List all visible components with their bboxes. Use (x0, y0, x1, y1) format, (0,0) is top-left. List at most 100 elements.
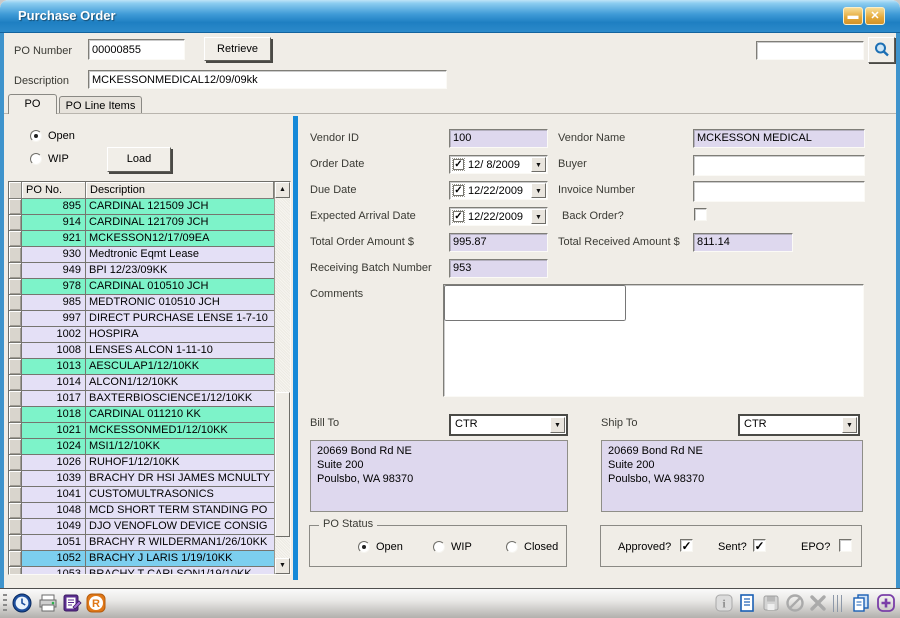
row-selector[interactable] (9, 263, 22, 279)
po-status-closed-radio[interactable] (506, 541, 518, 553)
table-row[interactable]: 985MEDTRONIC 010510 JCH (9, 295, 274, 311)
block-icon[interactable] (785, 593, 805, 613)
retrieve-button[interactable]: Retrieve (204, 37, 271, 61)
row-selector[interactable] (9, 375, 22, 391)
table-row[interactable]: 1013AESCULAP1/12/10KK (9, 359, 274, 375)
table-row[interactable]: 1041CUSTOMULTRASONICS (9, 487, 274, 503)
expected-arrival-checkbox[interactable] (453, 211, 464, 222)
expected-arrival-field[interactable]: 12/22/2009 ▼ (449, 207, 548, 226)
tab-po[interactable]: PO (8, 94, 57, 114)
table-row[interactable]: 1053BRACHY T CARLSON1/19/10KK (9, 567, 274, 574)
table-row[interactable]: 914CARDINAL 121709 JCH (9, 215, 274, 231)
table-row[interactable]: 1049DJO VENOFLOW DEVICE CONSIG (9, 519, 274, 535)
table-row[interactable]: 1021MCKESSONMED1/12/10KK (9, 423, 274, 439)
table-row[interactable]: 930Medtronic Eqmt Lease (9, 247, 274, 263)
row-selector[interactable] (9, 199, 22, 215)
clock-icon[interactable] (12, 593, 32, 613)
order-date-checkbox[interactable] (453, 159, 464, 170)
bill-to-combo[interactable]: CTR ▼ (449, 414, 568, 436)
table-row[interactable]: 1018CARDINAL 011210 KK (9, 407, 274, 423)
row-selector[interactable] (9, 279, 22, 295)
back-order-checkbox[interactable] (694, 208, 707, 221)
description-input[interactable] (89, 71, 446, 88)
table-row[interactable]: 997DIRECT PURCHASE LENSE 1-7-10 (9, 311, 274, 327)
order-date-dropdown-icon[interactable]: ▼ (531, 157, 546, 172)
delete-x-icon[interactable] (808, 593, 828, 613)
due-date-checkbox[interactable] (453, 185, 464, 196)
save-icon[interactable] (761, 593, 781, 613)
load-button[interactable]: Load (107, 147, 171, 172)
search-input[interactable] (757, 42, 863, 59)
row-selector[interactable] (9, 407, 22, 423)
table-row[interactable]: 1052BRACHY J LARIS 1/19/10KK (9, 551, 274, 567)
search-button[interactable] (868, 37, 895, 63)
table-row[interactable]: 895CARDINAL 121509 JCH (9, 199, 274, 215)
open-radio[interactable] (30, 130, 42, 142)
r-logo-icon[interactable]: R (86, 593, 106, 613)
epo-checkbox[interactable] (839, 539, 852, 552)
document-icon[interactable] (737, 593, 757, 613)
table-row[interactable]: 1002HOSPIRA (9, 327, 274, 343)
order-date-field[interactable]: 12/ 8/2009 ▼ (449, 155, 548, 174)
ship-to-dropdown-icon[interactable]: ▼ (842, 417, 857, 433)
po-status-open-radio[interactable] (358, 541, 370, 553)
row-selector[interactable] (9, 519, 22, 535)
row-selector[interactable] (9, 247, 22, 263)
expected-arrival-dropdown-icon[interactable]: ▼ (531, 209, 546, 224)
header-po-no[interactable]: PO No. (22, 182, 86, 199)
add-plus-icon[interactable] (876, 593, 896, 613)
row-selector[interactable] (9, 487, 22, 503)
edit-note-icon[interactable] (62, 593, 82, 613)
po-number-input[interactable] (89, 40, 184, 59)
copy-icon[interactable] (851, 593, 871, 613)
wip-radio[interactable] (30, 153, 42, 165)
table-row[interactable]: 1024MSI1/12/10KK (9, 439, 274, 455)
table-row[interactable]: 1014ALCON1/12/10KK (9, 375, 274, 391)
row-selector[interactable] (9, 231, 22, 247)
row-selector[interactable] (9, 567, 22, 574)
minimize-button[interactable]: ▬ (843, 7, 863, 25)
table-row[interactable]: 1048MCD SHORT TERM STANDING PO (9, 503, 274, 519)
po-status-wip-radio[interactable] (433, 541, 445, 553)
invoice-number-input[interactable] (694, 182, 864, 201)
table-row[interactable]: 1051BRACHY R WILDERMAN1/26/10KK (9, 535, 274, 551)
row-selector[interactable] (9, 391, 22, 407)
title-bar[interactable]: Purchase Order ▬ ✕ (0, 0, 900, 33)
approved-checkbox[interactable] (680, 539, 693, 552)
close-button[interactable]: ✕ (865, 7, 885, 25)
buyer-input[interactable] (694, 156, 864, 175)
print-icon[interactable] (38, 593, 58, 613)
row-selector[interactable] (9, 455, 22, 471)
row-selector[interactable] (9, 535, 22, 551)
header-description[interactable]: Description (86, 182, 274, 199)
table-row[interactable]: 1026RUHOF1/12/10KK (9, 455, 274, 471)
row-selector[interactable] (9, 343, 22, 359)
due-date-field[interactable]: 12/22/2009 ▼ (449, 181, 548, 200)
row-selector[interactable] (9, 327, 22, 343)
toolbar-grip[interactable] (3, 594, 7, 614)
table-row[interactable]: 978CARDINAL 010510 JCH (9, 279, 274, 295)
row-selector[interactable] (9, 551, 22, 567)
comments-textarea[interactable] (444, 285, 626, 321)
table-row[interactable]: 1008LENSES ALCON 1-11-10 (9, 343, 274, 359)
table-row[interactable]: 1017BAXTERBIOSCIENCE1/12/10KK (9, 391, 274, 407)
row-selector[interactable] (9, 295, 22, 311)
scroll-down-icon[interactable]: ▼ (275, 558, 290, 574)
tab-po-line-items[interactable]: PO Line Items (59, 96, 142, 114)
table-row[interactable]: 1039BRACHY DR HSI JAMES MCNULTY (9, 471, 274, 487)
bill-to-dropdown-icon[interactable]: ▼ (550, 417, 565, 433)
grid-scrollbar[interactable]: ▲ ▼ (274, 182, 290, 574)
scrollbar-thumb[interactable] (275, 392, 290, 537)
row-selector[interactable] (9, 215, 22, 231)
due-date-dropdown-icon[interactable]: ▼ (531, 183, 546, 198)
table-row[interactable]: 949BPI 12/23/09KK (9, 263, 274, 279)
row-selector[interactable] (9, 439, 22, 455)
sent-checkbox[interactable] (753, 539, 766, 552)
table-row[interactable]: 921MCKESSON12/17/09EA (9, 231, 274, 247)
row-selector[interactable] (9, 503, 22, 519)
row-selector[interactable] (9, 471, 22, 487)
ship-to-combo[interactable]: CTR ▼ (738, 414, 860, 436)
row-selector[interactable] (9, 311, 22, 327)
info-icon[interactable]: i (714, 593, 734, 613)
scroll-up-icon[interactable]: ▲ (275, 182, 290, 198)
